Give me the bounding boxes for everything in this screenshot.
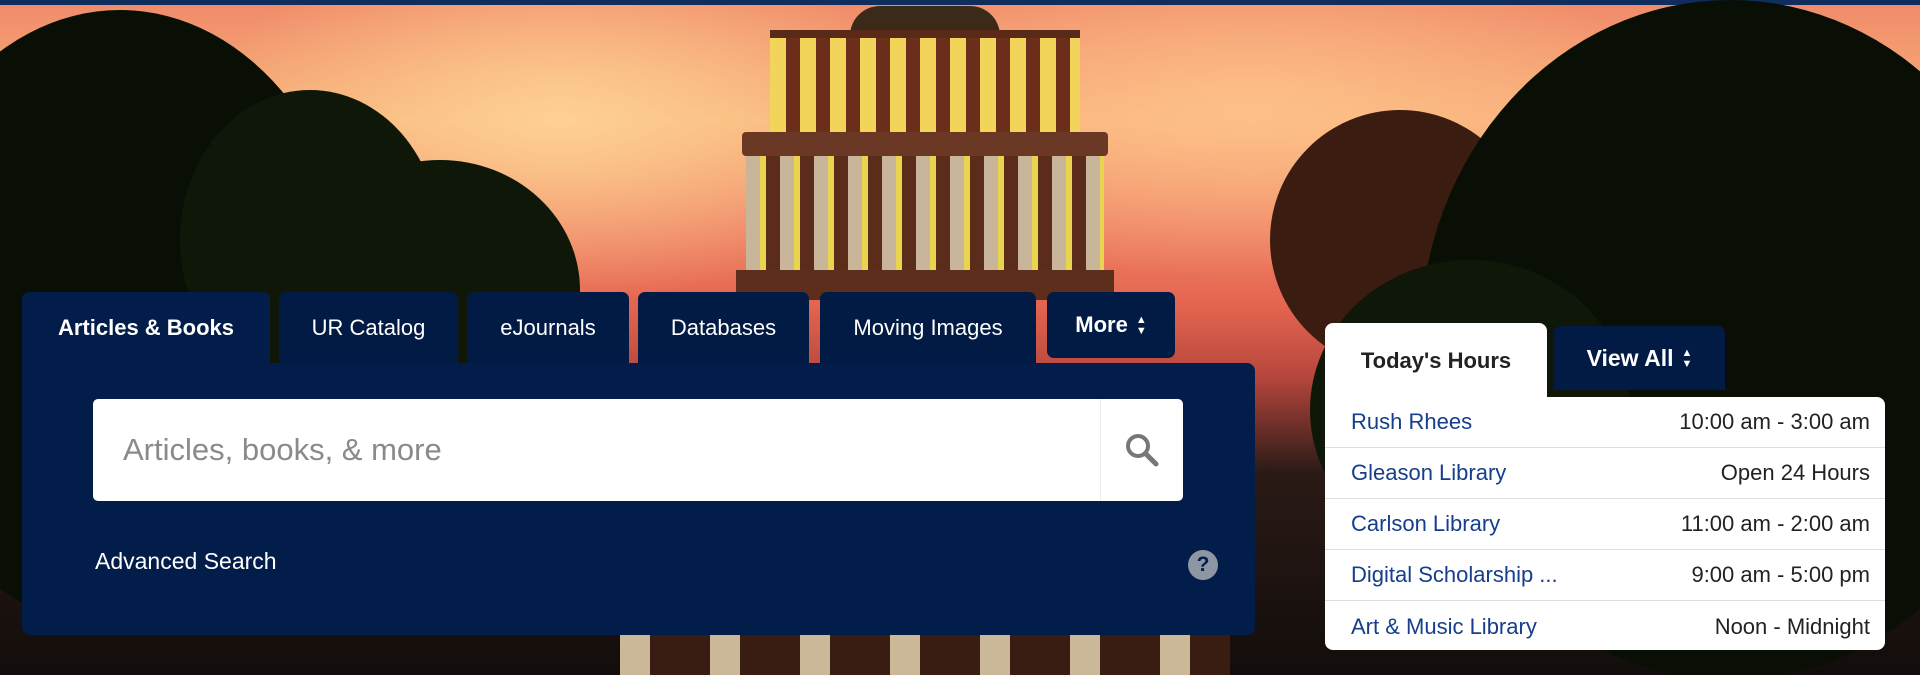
tab-todays-hours[interactable]: Today's Hours [1325, 323, 1547, 399]
library-link-art-music[interactable]: Art & Music Library [1351, 614, 1537, 640]
tab-label: eJournals [500, 315, 596, 340]
tab-label: Moving Images [853, 315, 1003, 340]
more-label: More [1075, 312, 1128, 337]
advanced-search-link[interactable]: Advanced Search [95, 548, 277, 575]
sort-updown-icon: ▲ ▼ [1135, 313, 1147, 337]
tab-ejournals[interactable]: eJournals [467, 292, 629, 364]
hours-row: Rush Rhees 10:00 am - 3:00 am [1325, 397, 1885, 448]
tab-label: UR Catalog [311, 315, 426, 340]
hours-row: Carlson Library 11:00 am - 2:00 am [1325, 499, 1885, 550]
library-hours: Open 24 Hours [1720, 460, 1870, 485]
more-dropdown-button[interactable]: More ▲ ▼ [1047, 292, 1175, 358]
search-button[interactable] [1100, 399, 1183, 501]
tab-databases[interactable]: Databases [638, 292, 809, 364]
sort-updown-icon: ▲ ▼ [1681, 346, 1693, 370]
tab-articles-books[interactable]: Articles & Books [22, 292, 270, 364]
tab-label: Databases [670, 315, 777, 340]
view-all-label: View All [1586, 344, 1674, 371]
hours-row: Gleason Library Open 24 Hours [1325, 448, 1885, 499]
library-hours: 9:00 am - 5:00 pm [1691, 562, 1870, 587]
search-input[interactable] [93, 399, 1103, 501]
library-link-digital-scholarship[interactable]: Digital Scholarship ... [1351, 562, 1558, 588]
help-circle-icon[interactable]: ? [1188, 550, 1218, 580]
library-hours: 10:00 am - 3:00 am [1679, 409, 1870, 434]
library-link-rush-rhees[interactable]: Rush Rhees [1351, 409, 1472, 435]
library-link-carlson[interactable]: Carlson Library [1351, 511, 1500, 537]
library-link-gleason[interactable]: Gleason Library [1351, 460, 1506, 486]
search-panel: Advanced Search ? [22, 363, 1255, 635]
view-all-dropdown-button[interactable]: View All ▲ ▼ [1554, 326, 1725, 390]
tab-ur-catalog[interactable]: UR Catalog [279, 292, 458, 364]
search-box [93, 399, 1183, 501]
tab-label: Articles & Books [57, 315, 235, 340]
hours-row: Art & Music Library Noon - Midnight [1325, 601, 1885, 650]
hours-table: Rush Rhees 10:00 am - 3:00 am Gleason Li… [1325, 397, 1885, 650]
magnifier-icon [1126, 434, 1159, 467]
hours-row: Digital Scholarship ... 9:00 am - 5:00 p… [1325, 550, 1885, 601]
tab-moving-images[interactable]: Moving Images [820, 292, 1036, 364]
library-hours: Noon - Midnight [1714, 613, 1870, 639]
hours-tab-label: Today's Hours [1360, 348, 1512, 373]
library-hours: 11:00 am - 2:00 am [1680, 511, 1870, 536]
help-symbol: ? [1196, 553, 1210, 576]
